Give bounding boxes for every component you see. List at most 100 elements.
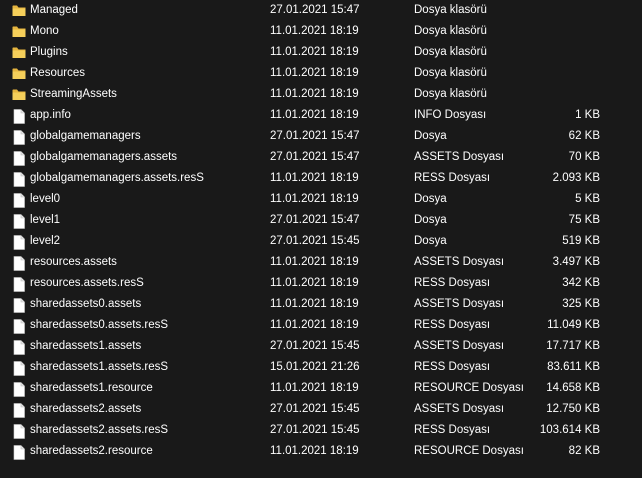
file-row[interactable]: sharedassets1.resource 11.01.2021 18:19 RE…	[0, 378, 642, 399]
file-name: StreamingAssets	[30, 88, 117, 100]
file-icon	[13, 235, 27, 250]
file-type: RESS Dosyası	[414, 319, 491, 331]
file-size: 325 KB	[562, 298, 600, 310]
file-type: Dosya klasörü	[414, 67, 487, 79]
file-date-modified: 11.01.2021 18:19	[270, 382, 359, 394]
file-type: Dosya klasörü	[414, 4, 487, 16]
file-name: Resources	[30, 67, 85, 79]
file-row[interactable]: Plugins 11.01.2021 18:19 Dosya klasörü	[0, 42, 642, 63]
file-icon	[13, 361, 27, 376]
file-row[interactable]: level2 27.01.2021 15:45 Dosya 519 KB	[0, 231, 642, 252]
file-type: INFO Dosyası	[414, 109, 487, 121]
file-row[interactable]: sharedassets2.assets.resS 27.01.2021 15:4…	[0, 420, 642, 441]
file-name: sharedassets2.assets	[30, 403, 142, 415]
file-date-modified: 27.01.2021 15:45	[270, 340, 360, 352]
file-date-modified: 11.01.2021 18:19	[270, 319, 359, 331]
file-row[interactable]: globalgamemanagers.assets.resS 11.01.2021…	[0, 168, 642, 189]
file-row[interactable]: resources.assets.resS 11.01.2021 18:19 RES…	[0, 273, 642, 294]
file-date-modified: 11.01.2021 18:19	[270, 88, 359, 100]
file-size: 342 KB	[562, 277, 600, 289]
folder-icon	[12, 67, 26, 81]
file-list: Managed 27.01.2021 15:47 Dosya klasörü Mono…	[0, 0, 642, 478]
file-icon	[13, 319, 27, 334]
file-date-modified: 11.01.2021 18:19	[270, 193, 359, 205]
file-row[interactable]: sharedassets0.assets 11.01.2021 18:19 ASSE…	[0, 294, 642, 315]
file-date-modified: 11.01.2021 18:19	[270, 445, 359, 457]
file-icon	[13, 130, 27, 145]
file-date-modified: 15.01.2021 21:26	[270, 361, 360, 373]
file-name: Mono	[30, 25, 59, 37]
file-name: level2	[30, 235, 61, 247]
file-date-modified: 11.01.2021 18:19	[270, 25, 359, 37]
file-type: RESS Dosyası	[414, 277, 491, 289]
file-name: Plugins	[30, 46, 68, 58]
file-name: sharedassets2.resource	[30, 445, 153, 457]
file-type: Dosya klasörü	[414, 88, 487, 100]
file-icon	[13, 424, 27, 439]
file-size: 14.658 KB	[546, 382, 600, 394]
file-row[interactable]: sharedassets0.assets.resS 11.01.2021 18:1…	[0, 315, 642, 336]
file-name: sharedassets2.assets.resS	[30, 424, 169, 436]
file-name: sharedassets0.assets.resS	[30, 319, 169, 331]
file-size: 103.614 KB	[539, 424, 600, 436]
file-type: Dosya	[414, 235, 447, 247]
file-date-modified: 11.01.2021 18:19	[270, 67, 359, 79]
file-icon	[13, 445, 27, 460]
file-row[interactable]: level1 27.01.2021 15:47 Dosya 75 KB	[0, 210, 642, 231]
file-name: level0	[30, 193, 61, 205]
file-row[interactable]: app.info 11.01.2021 18:19 INFO Dosyası 1 KB	[0, 105, 642, 126]
folder-icon	[12, 88, 26, 102]
file-icon	[13, 382, 27, 397]
file-type: ASSETS Dosyası	[414, 403, 505, 415]
file-date-modified: 27.01.2021 15:47	[270, 214, 360, 226]
file-type: Dosya klasörü	[414, 46, 487, 58]
file-row[interactable]: level0 11.01.2021 18:19 Dosya 5 KB	[0, 189, 642, 210]
folder-icon	[12, 4, 26, 18]
file-icon	[13, 172, 27, 187]
file-type: ASSETS Dosyası	[414, 151, 505, 163]
file-name: resources.assets.resS	[30, 277, 144, 289]
file-row[interactable]: sharedassets2.assets 27.01.2021 15:45 ASSE…	[0, 399, 642, 420]
file-date-modified: 27.01.2021 15:47	[270, 151, 360, 163]
file-name: Managed	[30, 4, 78, 16]
file-size: 3.497 KB	[552, 256, 600, 268]
file-name: sharedassets0.assets	[30, 298, 142, 310]
file-size: 5 KB	[575, 193, 600, 205]
file-type: Dosya	[414, 130, 447, 142]
file-size: 82 KB	[568, 445, 600, 457]
file-row[interactable]: sharedassets1.assets.resS 15.01.2021 21:2…	[0, 357, 642, 378]
file-type: RESOURCE Dosyası	[414, 382, 524, 394]
file-row[interactable]: Mono 11.01.2021 18:19 Dosya klasörü	[0, 21, 642, 42]
file-date-modified: 27.01.2021 15:45	[270, 424, 360, 436]
file-row[interactable]: Resources 11.01.2021 18:19 Dosya klasörü	[0, 63, 642, 84]
file-date-modified: 11.01.2021 18:19	[270, 298, 359, 310]
file-row[interactable]: globalgamemanagers 27.01.2021 15:47 Dosya 6…	[0, 126, 642, 147]
file-size: 70 KB	[568, 151, 600, 163]
file-icon	[13, 151, 27, 166]
file-name: level1	[30, 214, 61, 226]
file-icon	[13, 214, 27, 229]
file-type: ASSETS Dosyası	[414, 298, 505, 310]
file-type: Dosya	[414, 193, 447, 205]
file-row[interactable]: globalgamemanagers.assets 27.01.2021 15:4…	[0, 147, 642, 168]
file-date-modified: 27.01.2021 15:47	[270, 4, 360, 16]
file-date-modified: 11.01.2021 18:19	[270, 256, 359, 268]
file-icon	[13, 277, 27, 292]
file-row[interactable]: StreamingAssets 11.01.2021 18:19 Dosya kla…	[0, 84, 642, 105]
file-name: sharedassets1.resource	[30, 382, 153, 394]
file-icon	[13, 403, 27, 418]
file-row[interactable]: resources.assets 11.01.2021 18:19 ASSETS D…	[0, 252, 642, 273]
file-icon	[13, 256, 27, 271]
file-icon	[13, 340, 27, 355]
file-date-modified: 27.01.2021 15:45	[270, 403, 360, 415]
file-date-modified: 27.01.2021 15:47	[270, 130, 360, 142]
file-date-modified: 27.01.2021 15:45	[270, 235, 360, 247]
file-icon	[13, 109, 27, 124]
file-type: RESOURCE Dosyası	[414, 445, 524, 457]
file-row[interactable]: Managed 27.01.2021 15:47 Dosya klasörü	[0, 0, 642, 21]
file-name: globalgamemanagers.assets	[30, 151, 178, 163]
file-row[interactable]: sharedassets1.assets 27.01.2021 15:45 ASSE…	[0, 336, 642, 357]
file-row[interactable]: sharedassets2.resource 11.01.2021 18:19 RE…	[0, 441, 642, 462]
file-type: ASSETS Dosyası	[414, 256, 505, 268]
file-date-modified: 11.01.2021 18:19	[270, 277, 359, 289]
